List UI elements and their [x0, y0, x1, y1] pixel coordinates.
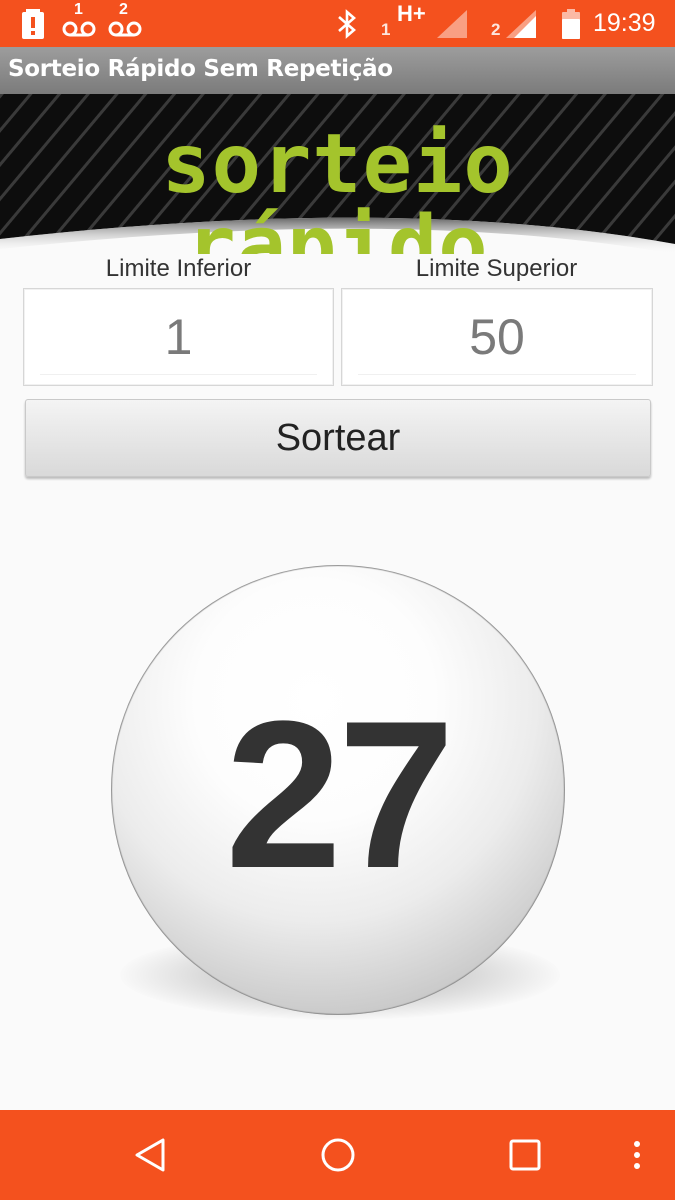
sim1-label: 1 — [381, 19, 391, 39]
bluetooth-icon — [336, 0, 358, 47]
draw-button[interactable]: Sortear — [25, 399, 651, 477]
sim2-label: 2 — [491, 19, 501, 39]
voicemail-badge: 1 — [74, 0, 83, 18]
voicemail-badge: 2 — [119, 0, 128, 18]
upper-limit-input[interactable]: 50 — [341, 288, 653, 386]
status-bar: 1 2 1 H+ 2 19:39 — [0, 0, 675, 47]
lower-limit-label: Limite Inferior — [105, 255, 252, 282]
signal-icon — [506, 0, 536, 47]
drawn-number: 27 — [225, 677, 455, 912]
signal-icon — [437, 0, 467, 47]
banner-logo: sorteio rápido — [161, 117, 514, 255]
app-banner: sorteio rápido — [0, 94, 675, 254]
menu-icon[interactable] — [620, 1110, 654, 1200]
clock: 19:39 — [593, 9, 656, 37]
back-icon[interactable] — [125, 1110, 175, 1200]
navigation-bar — [0, 1110, 675, 1200]
app-title: Sorteio Rápido Sem Repetição — [8, 56, 393, 82]
network-type: H+ — [397, 0, 426, 26]
app-title-bar: Sorteio Rápido Sem Repetição — [0, 47, 675, 94]
battery-icon — [562, 0, 580, 47]
lower-limit-input[interactable]: 1 — [23, 288, 334, 386]
recents-icon[interactable] — [500, 1110, 550, 1200]
home-icon[interactable] — [313, 1110, 363, 1200]
upper-limit-label: Limite Superior — [415, 255, 578, 282]
alert-icon — [22, 0, 44, 47]
